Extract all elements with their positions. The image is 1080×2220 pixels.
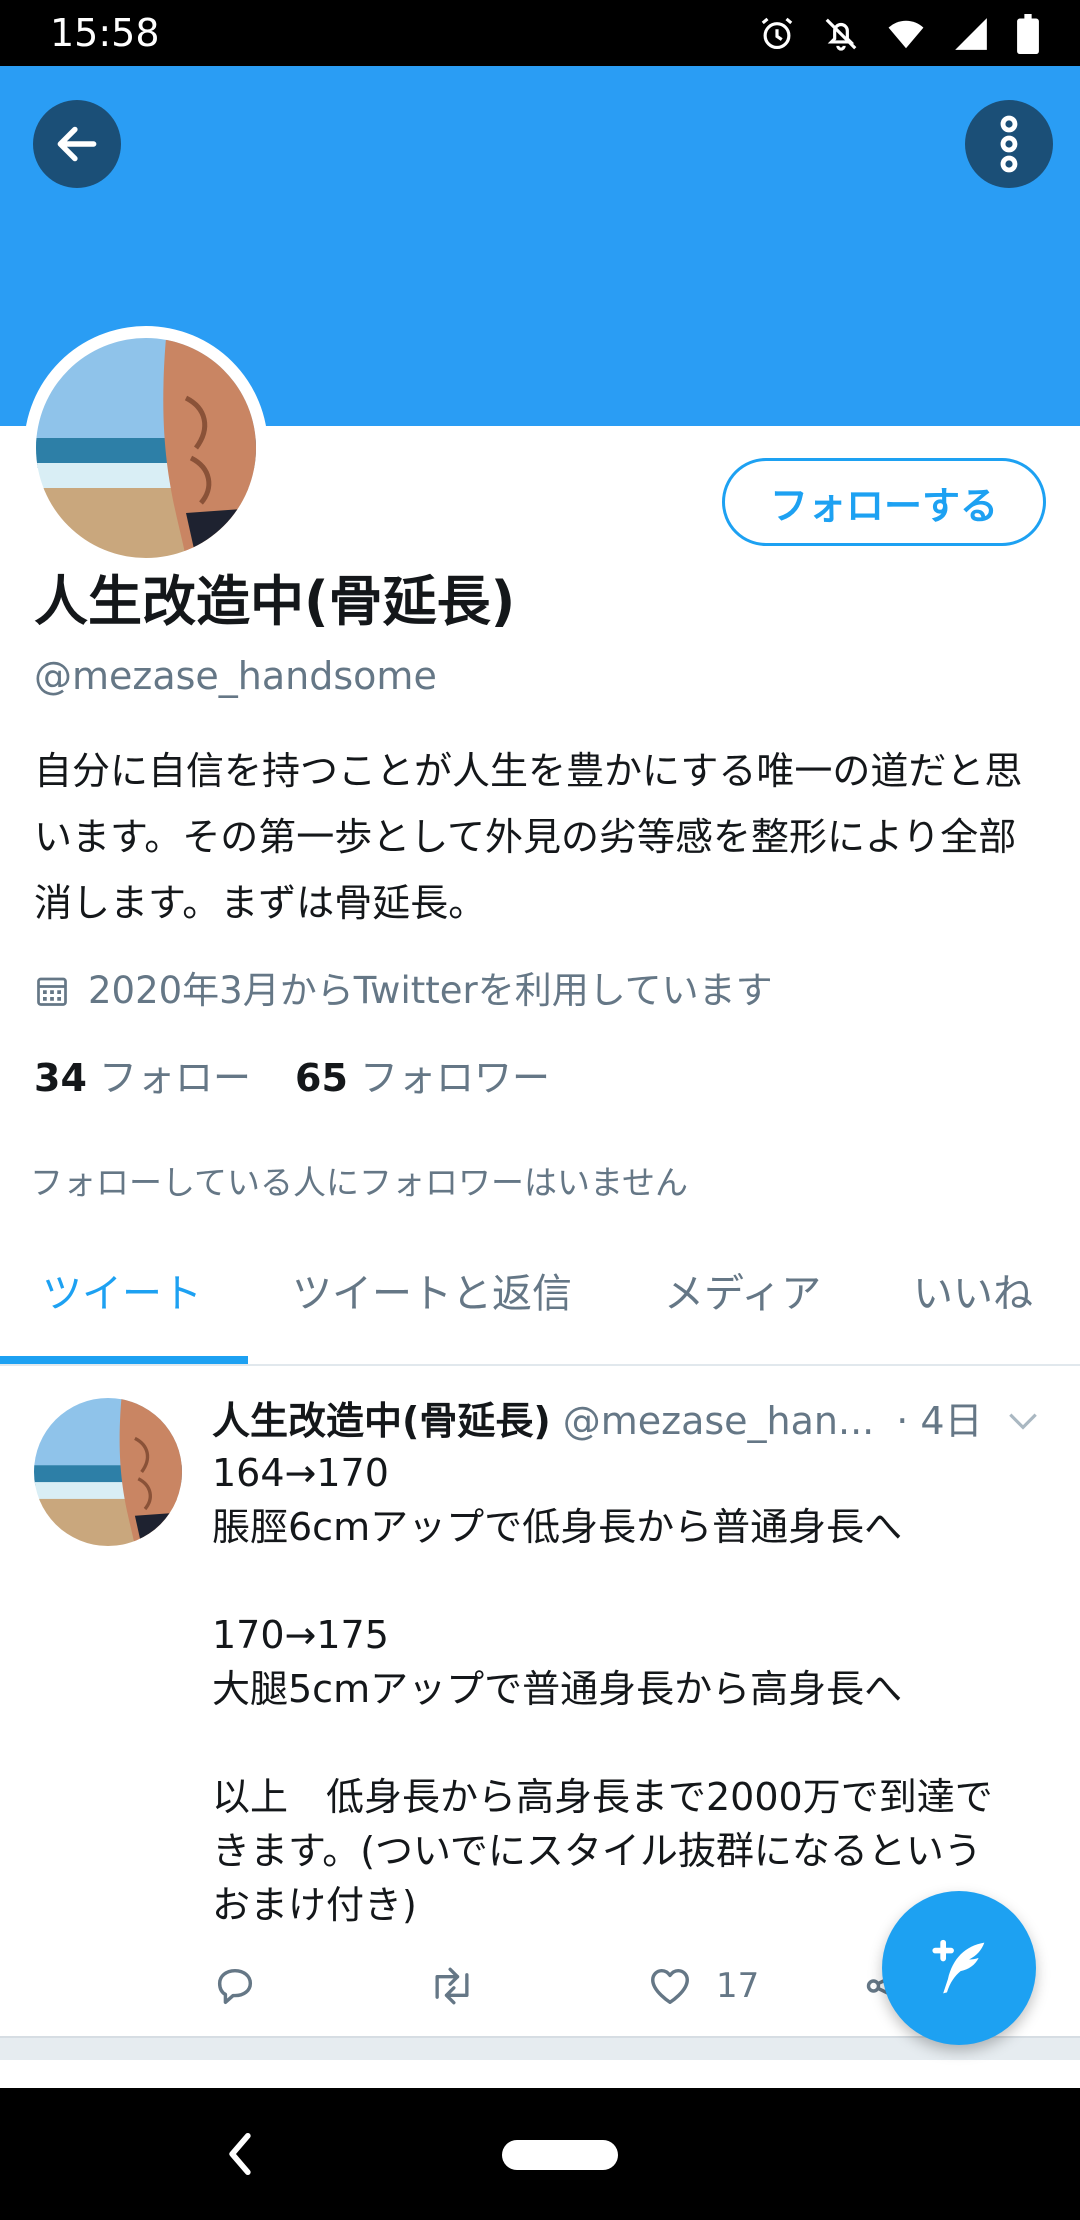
calendar-icon [37, 977, 67, 1006]
profile-display-name: 人生改造中(骨延長) [34, 570, 516, 633]
tab-tweets[interactable]: ツイート [42, 1264, 202, 1324]
tweet-line: きます。(ついでにスタイル抜群になるという [212, 1829, 982, 1873]
status-bar: 15:58 [0, 0, 1080, 66]
profile-tabs: ツイート ツイートと返信 メディア いいね [0, 1240, 1080, 1366]
profile-avatar[interactable] [36, 338, 256, 558]
tweet-line [212, 1716, 1052, 1770]
nav-home-pill[interactable] [502, 2140, 618, 2170]
follow-stats: 34 フォロー 65 フォロワー [34, 1050, 550, 1106]
tweet-line: 大腿5cmアップで普通身長から高身長へ [212, 1667, 903, 1711]
status-time: 15:58 [50, 11, 160, 55]
tweet-avatar[interactable] [34, 1398, 182, 1546]
wifi-icon [888, 20, 924, 49]
tweet-line [212, 1554, 1052, 1608]
reply-button[interactable] [212, 1954, 258, 2018]
tweet-line: 164→170 [212, 1451, 389, 1495]
nav-back-icon[interactable] [222, 2128, 258, 2180]
tab-likes[interactable]: いいね [913, 1264, 1033, 1324]
follow-button[interactable]: フォローする [722, 458, 1046, 546]
alarm-icon [761, 17, 793, 50]
followers-stat[interactable]: 65 フォロワー [295, 1050, 550, 1106]
tweet-text: 164→170 脹脛6cmアップで低身長から普通身長へ 170→175 大腿5c… [212, 1446, 1052, 1932]
followers-label: フォロワー [359, 1056, 550, 1100]
retweet-button[interactable] [426, 1954, 478, 2018]
reply-icon [217, 1968, 253, 2005]
tweet-line: 以上 低身長から高身長まで2000万で到達で [212, 1775, 993, 1819]
followers-you-know: フォローしている人にフォロワーはいません [30, 1163, 689, 1202]
tab-media[interactable]: メディア [664, 1264, 821, 1324]
like-count: 17 [716, 1966, 760, 2006]
back-button[interactable] [33, 100, 121, 188]
compose-tweet-icon [932, 1939, 985, 1994]
joined-text: 2020年3月からTwitterを利用しています [88, 969, 773, 1012]
arrow-left-icon [57, 126, 97, 162]
tweet-author-name[interactable]: 人生改造中(骨延長) [212, 1392, 551, 1450]
following-count: 34 [34, 1056, 87, 1100]
status-icons [758, 12, 1040, 56]
tweet-line: 脹脛6cmアップで低身長から普通身長へ [212, 1505, 903, 1549]
tweet-author-handle[interactable]: @mezase_han... [563, 1392, 875, 1450]
tweet-header: 人生改造中(骨延長) @mezase_han... · 4日 [212, 1392, 1042, 1450]
signal-icon [955, 18, 987, 50]
profile-bio: 自分に自信を持つことが人生を豊かにする唯一の道だと思います。その第一歩として外見… [34, 749, 1023, 925]
battery-icon [1017, 14, 1039, 54]
compose-tweet-button[interactable] [882, 1891, 1036, 2045]
following-stat[interactable]: 34 フォロー [34, 1050, 251, 1106]
notifications-off-icon [825, 18, 857, 51]
more-vertical-icon [1000, 115, 1018, 173]
more-options-button[interactable] [965, 100, 1053, 188]
followers-count: 65 [295, 1056, 348, 1100]
like-button[interactable]: 17 [646, 1954, 759, 2018]
retweet-icon [435, 1967, 469, 2005]
active-tab-indicator [0, 1356, 248, 1364]
tab-tweets-and-replies[interactable]: ツイートと返信 [292, 1264, 572, 1324]
joined-date: 2020年3月からTwitterを利用しています [34, 964, 773, 1018]
following-label: フォロー [98, 1056, 251, 1100]
chevron-down-icon[interactable] [1004, 1402, 1042, 1440]
profile-handle: @mezase_handsome [34, 654, 437, 698]
tweet-line: 170→175 [212, 1613, 389, 1657]
tweet-time: · 4日 [896, 1399, 983, 1443]
heart-icon [651, 1968, 689, 2005]
tweet-divider [0, 2036, 1080, 2060]
